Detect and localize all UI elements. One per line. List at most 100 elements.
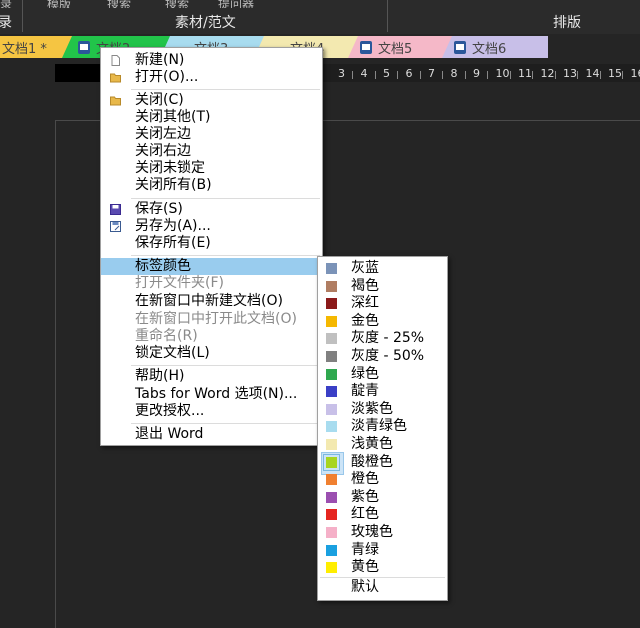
tab-label: 文档5 [378, 38, 412, 57]
color-option[interactable]: 淡紫色 [318, 401, 447, 418]
color-option[interactable]: 青绿 [318, 542, 447, 559]
ribbon-fragment-2[interactable]: 模版 [47, 0, 71, 8]
color-option[interactable]: 灰度 - 25% [318, 330, 447, 347]
color-option[interactable]: 红色 [318, 506, 447, 523]
menu-item-new-in-window[interactable]: 在新窗口中新建文档(O) [101, 293, 322, 310]
word-doc-icon [360, 41, 372, 54]
ribbon-fragment-5[interactable]: 提问器 [218, 0, 254, 8]
menu-item-close-all[interactable]: 关闭所有(B) [101, 177, 322, 194]
menu-item-close-others[interactable]: 关闭其他(T) [101, 109, 322, 126]
color-option-label: 金色 [351, 313, 379, 330]
ruler-tick [375, 71, 376, 79]
ribbon-fragment-3[interactable]: 搜索 [107, 0, 131, 8]
menu-item-tabs-options[interactable]: Tabs for Word 选项(N)... [101, 386, 322, 403]
color-option[interactable]: 深红 [318, 295, 447, 312]
menu-item-save-all[interactable]: 保存所有(E) [101, 235, 322, 252]
color-option[interactable]: 淡青绿色 [318, 418, 447, 435]
color-option[interactable]: 绿色 [318, 366, 447, 383]
ruler-tick [622, 71, 623, 79]
menu-item-save[interactable]: 保存(S) [101, 201, 322, 218]
menu-separator [131, 198, 320, 199]
color-option-label: 紫色 [351, 489, 379, 506]
word-doc-icon [454, 41, 466, 54]
color-swatch-icon [326, 298, 337, 309]
menu-item-rename[interactable]: 重命名(R) [101, 328, 322, 345]
menu-separator [131, 255, 320, 256]
color-swatch-icon [326, 281, 337, 292]
tab-document-5[interactable]: 文档5 [348, 36, 454, 58]
ribbon-group-left: 录 [0, 12, 12, 32]
menu-item-close-right[interactable]: 关闭右边 [101, 143, 322, 160]
color-option-label: 淡青绿色 [351, 418, 407, 435]
tab-label: 文档6 [472, 38, 506, 57]
ribbon-group-layout: 排版 [553, 12, 581, 32]
menu-item-open-in-window[interactable]: 在新窗口中打开此文档(O) [101, 311, 322, 328]
menu-item-close-left[interactable]: 关闭左边 [101, 126, 322, 143]
tab-document-6[interactable]: 文档6 [442, 36, 548, 58]
tab-label: 文档1 * [2, 38, 47, 57]
close-folder-icon [110, 95, 121, 106]
ruler-label: 7 [65, 64, 75, 83]
color-option[interactable]: 橙色 [318, 471, 447, 488]
save-as-icon [110, 221, 121, 232]
color-option[interactable]: 灰度 - 50% [318, 348, 447, 365]
menu-item-exit-word[interactable]: 退出 Word [101, 426, 322, 443]
color-swatch-icon [326, 404, 337, 415]
menu-item-tab-color[interactable]: 标签颜色 [101, 258, 322, 275]
ruler-tick [465, 71, 466, 79]
menu-item-close[interactable]: 关闭(C) [101, 92, 322, 109]
color-swatch-icon [326, 527, 337, 538]
menu-separator [320, 577, 445, 578]
ribbon-fragment-4[interactable]: 搜索 [165, 0, 189, 8]
menu-item-change-license[interactable]: 更改授权... [101, 403, 322, 420]
ribbon: 录 模版 搜索 搜索 提问器 录 素材/范文 排版 [0, 0, 640, 34]
color-swatch-icon [326, 457, 337, 468]
color-option-default[interactable]: 默认 [318, 579, 447, 596]
color-swatch-icon [326, 263, 337, 274]
menu-item-save-as[interactable]: 另存为(A)... [101, 218, 322, 235]
color-swatch-icon [326, 492, 337, 503]
ruler-tick [487, 71, 488, 79]
color-option[interactable]: 浅黄色 [318, 436, 447, 453]
ruler-label: 8 [451, 67, 458, 80]
save-icon [110, 204, 121, 215]
new-document-icon [110, 55, 121, 66]
menu-item-lock[interactable]: 锁定文档(L) [101, 345, 322, 362]
ruler-label: 4 [361, 67, 368, 80]
ribbon-group-materials: 素材/范文 [175, 12, 236, 32]
color-option[interactable]: 金色 [318, 313, 447, 330]
tab-color-submenu: 默认 灰蓝褐色深红金色灰度 - 25%灰度 - 50%绿色靛青淡紫色淡青绿色浅黄… [317, 256, 448, 601]
menu-item-new[interactable]: 新建(N) [101, 52, 322, 69]
ruler-tick [510, 71, 511, 79]
color-option-label: 橙色 [351, 471, 379, 488]
color-option[interactable]: 紫色 [318, 489, 447, 506]
color-option[interactable]: 灰蓝 [318, 260, 447, 277]
color-option[interactable]: 玫瑰色 [318, 524, 447, 541]
menu-item-help[interactable]: 帮助(H) [101, 368, 322, 385]
ruler-tick [532, 71, 533, 79]
color-option[interactable]: 酸橙色 [318, 454, 447, 471]
menu-separator [131, 365, 320, 366]
ribbon-separator [387, 0, 388, 32]
color-option-label: 褐色 [351, 278, 379, 295]
menu-item-open[interactable]: 打开(O)... [101, 69, 322, 86]
ruler-tick [420, 71, 421, 79]
color-option[interactable]: 靛青 [318, 383, 447, 400]
menu-item-open-folder[interactable]: 打开文件夹(F) [101, 275, 322, 292]
color-swatch-icon [326, 545, 337, 556]
color-swatch-icon [326, 333, 337, 344]
color-swatch-icon [326, 421, 337, 432]
color-swatch-icon [326, 316, 337, 327]
color-swatch-icon [326, 351, 337, 362]
menu-separator [131, 423, 320, 424]
color-option-label: 灰度 - 25% [351, 330, 424, 347]
color-option[interactable]: 黄色 [318, 559, 447, 576]
color-option[interactable]: 褐色 [318, 278, 447, 295]
ruler-tick [442, 71, 443, 79]
ruler-label: 11 [518, 67, 532, 80]
color-swatch-icon [326, 439, 337, 450]
ruler-label: 3 [338, 67, 345, 80]
menu-item-close-unlocked[interactable]: 关闭未锁定 [101, 160, 322, 177]
color-option-label: 靛青 [351, 383, 379, 400]
color-swatch-icon [326, 474, 337, 485]
